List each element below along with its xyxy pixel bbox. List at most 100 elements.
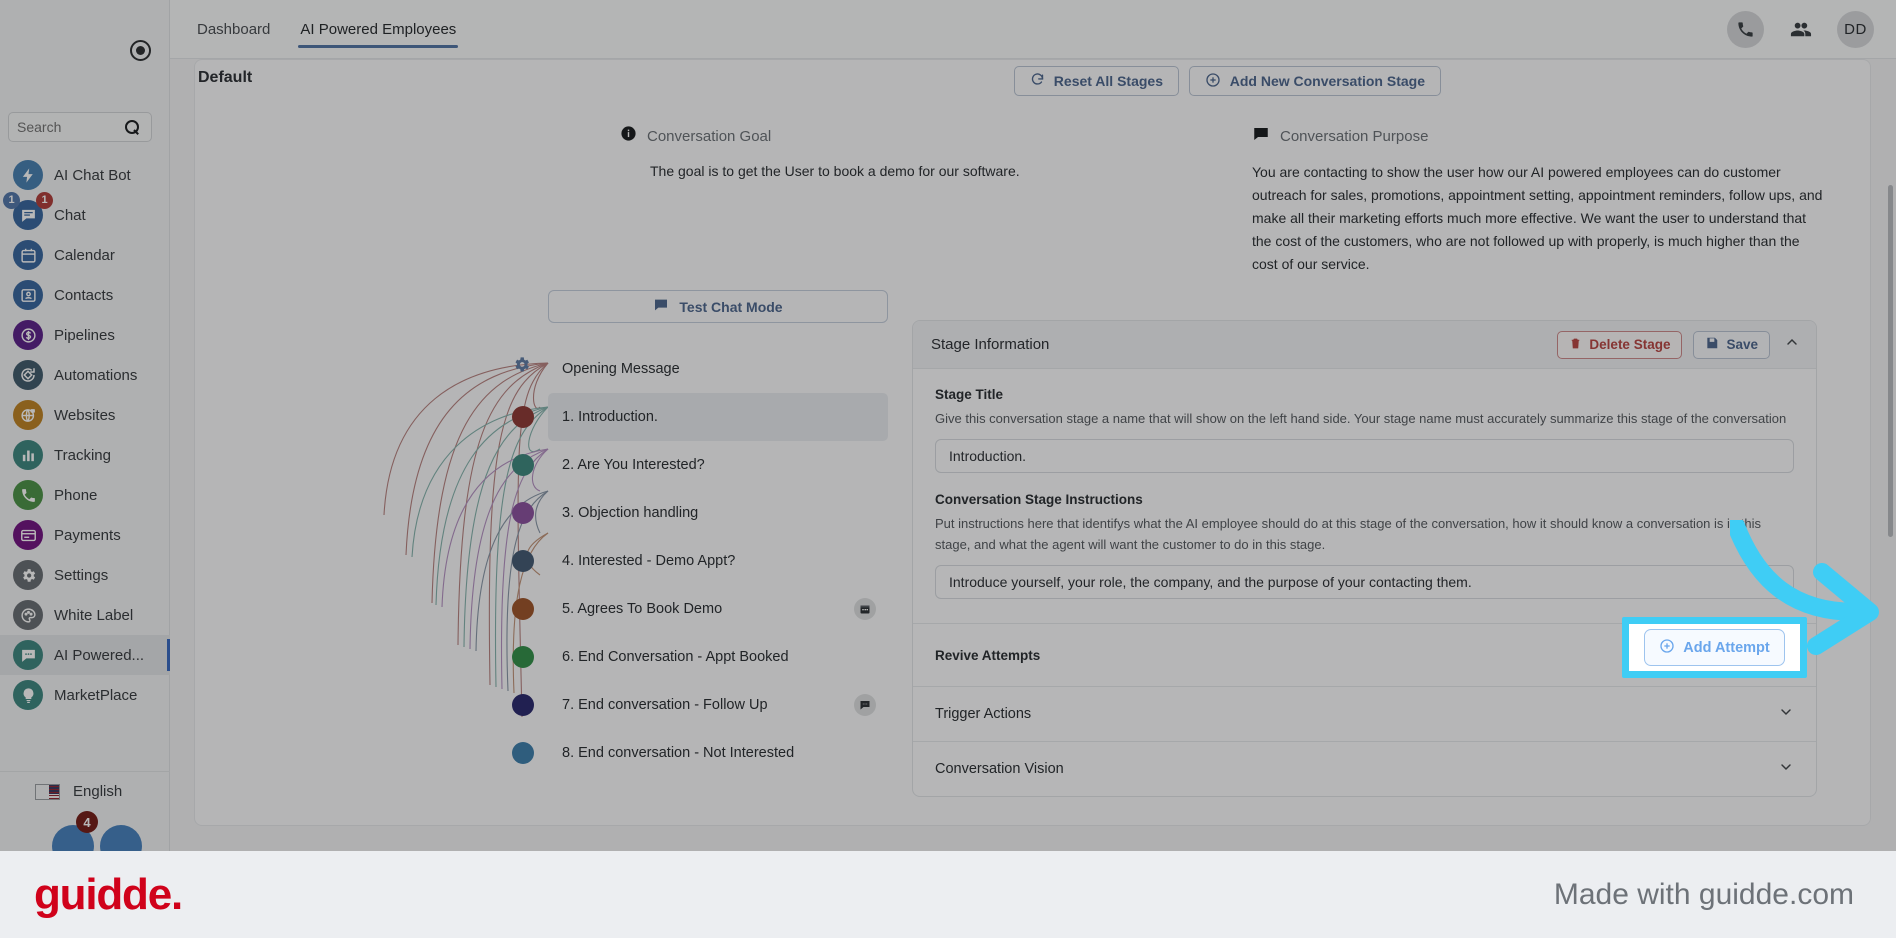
stage-row[interactable]: 2. Are You Interested? bbox=[512, 441, 888, 489]
tab-ai-powered-employees[interactable]: AI Powered Employees bbox=[298, 0, 459, 59]
stage-color-dot bbox=[512, 550, 534, 572]
stage-row[interactable]: 1. Introduction. bbox=[512, 393, 888, 441]
chevron-up-icon[interactable] bbox=[1784, 334, 1800, 355]
language-selector[interactable]: English bbox=[0, 771, 170, 811]
stage-title-field: Stage Title Give this conversation stage… bbox=[935, 387, 1794, 474]
chat-bubble-icon: 11 bbox=[3, 192, 53, 230]
app-canvas: AI Chat Bot11ChatCalendarContactsPipelin… bbox=[0, 0, 1896, 851]
sidebar-item-contacts[interactable]: Contacts bbox=[0, 275, 170, 315]
search-box[interactable] bbox=[8, 112, 152, 142]
stage-row[interactable]: 8. End conversation - Not Interested bbox=[512, 729, 888, 777]
stage-instructions-input[interactable]: Introduce yourself, your role, the compa… bbox=[935, 565, 1794, 600]
sidebar-item-tracking[interactable]: Tracking bbox=[0, 435, 170, 475]
stage-title-hint: Give this conversation stage a name that… bbox=[935, 411, 1787, 426]
conversation-vision-label: Conversation Vision bbox=[935, 761, 1064, 778]
message-icon bbox=[1252, 125, 1270, 148]
reset-all-stages-label: Reset All Stages bbox=[1053, 73, 1163, 89]
sidebar-item-websites[interactable]: Websites bbox=[0, 395, 170, 435]
stage-color-dot bbox=[512, 406, 534, 428]
search-icon bbox=[125, 119, 140, 135]
stage-title-input[interactable]: Introduction. bbox=[935, 439, 1794, 474]
sidebar-item-automations[interactable]: Automations bbox=[0, 355, 170, 395]
opening-message-label: Opening Message bbox=[562, 361, 680, 377]
plus-circle-icon bbox=[1205, 72, 1221, 91]
credit-card-icon bbox=[13, 520, 43, 550]
panel-body: Stage Title Give this conversation stage… bbox=[913, 369, 1816, 605]
stage-label: 4. Interested - Demo Appt? bbox=[562, 553, 736, 569]
sidebar-item-ai-chat-bot[interactable]: AI Chat Bot bbox=[0, 155, 170, 195]
conversation-vision-accordion[interactable]: Conversation Vision bbox=[913, 741, 1816, 796]
delete-stage-button[interactable]: Delete Stage bbox=[1557, 330, 1683, 359]
stage-row[interactable]: 3. Objection handling bbox=[512, 489, 888, 537]
stage-color-dot bbox=[512, 742, 534, 764]
sidebar-item-settings[interactable]: Settings bbox=[0, 555, 170, 595]
avatar[interactable]: DD bbox=[1837, 11, 1874, 48]
sidebar-item-calendar[interactable]: Calendar bbox=[0, 235, 170, 275]
opening-message-row[interactable]: Opening Message bbox=[548, 345, 888, 393]
contact-card-icon bbox=[13, 280, 43, 310]
stage-instructions-field: Conversation Stage Instructions Put inst… bbox=[935, 492, 1794, 600]
stage-row[interactable]: 4. Interested - Demo Appt? bbox=[512, 537, 888, 585]
save-label: Save bbox=[1726, 337, 1758, 352]
sidebar-item-label: Payments bbox=[54, 526, 121, 544]
sidebar-item-label: MarketPlace bbox=[54, 686, 138, 704]
gear-icon[interactable] bbox=[512, 355, 531, 379]
sidebar-badge: 1 bbox=[36, 192, 53, 209]
stage-row[interactable]: 7. End conversation - Follow Up bbox=[512, 681, 888, 729]
phone-icon bbox=[13, 480, 43, 510]
sidebar-item-ai-powered[interactable]: AI Powered... bbox=[0, 635, 170, 675]
sidebar-item-label: Chat bbox=[54, 206, 86, 224]
calendar-icon[interactable] bbox=[854, 598, 876, 620]
add-attempt-button[interactable]: Add Attempt bbox=[1644, 629, 1785, 666]
sidebar-item-label: Phone bbox=[54, 486, 98, 504]
section-label: Default bbox=[198, 69, 253, 86]
us-flag-icon bbox=[35, 783, 60, 800]
add-new-conversation-stage-button[interactable]: Add New Conversation Stage bbox=[1188, 66, 1441, 96]
sidebar-item-chat[interactable]: 1 1 Chat bbox=[0, 192, 170, 235]
phone-icon[interactable] bbox=[1727, 11, 1764, 48]
bulb-icon bbox=[13, 680, 43, 710]
stage-row[interactable]: 6. End Conversation - Appt Booked bbox=[512, 633, 888, 681]
chat-icon bbox=[653, 297, 669, 316]
collapse-circle-icon[interactable] bbox=[130, 40, 151, 61]
sidebar-item-label: Settings bbox=[54, 566, 109, 584]
delete-stage-label: Delete Stage bbox=[1589, 337, 1671, 352]
sidebar-item-label: AI Powered... bbox=[54, 646, 145, 664]
left-sidebar: AI Chat Bot11ChatCalendarContactsPipelin… bbox=[0, 0, 170, 851]
search-input[interactable] bbox=[17, 119, 125, 135]
add-new-conversation-stage-label: Add New Conversation Stage bbox=[1229, 73, 1425, 89]
reset-all-stages-button[interactable]: Reset All Stages bbox=[1013, 66, 1179, 96]
vertical-scrollbar[interactable] bbox=[1888, 185, 1893, 537]
stage-row[interactable]: 5. Agrees To Book Demo bbox=[512, 585, 888, 633]
save-button[interactable]: Save bbox=[1693, 330, 1770, 359]
tab-dashboard[interactable]: Dashboard bbox=[195, 0, 272, 59]
sidebar-item-label: Tracking bbox=[54, 446, 111, 464]
chevron-down-icon bbox=[1778, 759, 1794, 779]
stage-label: 5. Agrees To Book Demo bbox=[562, 601, 723, 617]
people-icon[interactable] bbox=[1782, 11, 1819, 48]
save-disk-icon bbox=[1705, 336, 1719, 353]
made-with-guidde-text: Made with guidde.com bbox=[1553, 877, 1854, 911]
sidebar-item-pipelines[interactable]: Pipelines bbox=[0, 315, 170, 355]
top-bar: Dashboard AI Powered Employees DD bbox=[170, 0, 1896, 59]
test-chat-mode-button[interactable]: Test Chat Mode bbox=[548, 290, 888, 323]
sidebar-item-payments[interactable]: Payments bbox=[0, 515, 170, 555]
sidebar-item-phone[interactable]: Phone bbox=[0, 475, 170, 515]
chat-icon[interactable] bbox=[854, 694, 876, 716]
calendar-icon bbox=[13, 240, 43, 270]
bar-chart-icon bbox=[13, 440, 43, 470]
conversation-goal-text: The goal is to get the User to book a de… bbox=[650, 163, 1020, 179]
guidde-footer: guidde. Made with guidde.com bbox=[0, 851, 1896, 938]
chat-widget-badge: 4 bbox=[76, 811, 98, 833]
stage-list: Opening Message 1. Introduction. 2. Are Y… bbox=[512, 345, 888, 777]
gear-icon bbox=[13, 560, 43, 590]
sidebar-item-white-label[interactable]: White Label bbox=[0, 595, 170, 635]
trigger-actions-accordion[interactable]: Trigger Actions bbox=[913, 686, 1816, 741]
trigger-actions-label: Trigger Actions bbox=[935, 706, 1032, 723]
sidebar-item-marketplace[interactable]: MarketPlace bbox=[0, 675, 170, 715]
stage-label: 6. End Conversation - Appt Booked bbox=[562, 649, 789, 665]
top-bar-icons: DD bbox=[1727, 11, 1874, 48]
trash-icon bbox=[1569, 337, 1582, 353]
chat-widget-bubble-2[interactable] bbox=[100, 825, 142, 851]
stage-label: 7. End conversation - Follow Up bbox=[562, 697, 768, 713]
